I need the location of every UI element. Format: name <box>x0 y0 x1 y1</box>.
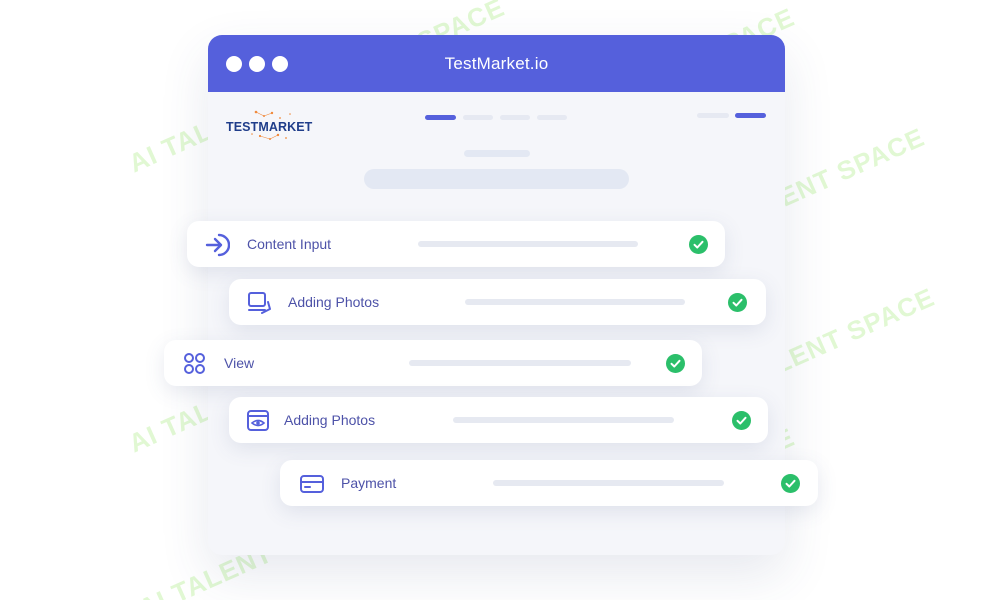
step-label: Content Input <box>247 236 332 252</box>
step-card-view[interactable]: View <box>164 340 702 386</box>
step-label: Payment <box>341 475 397 491</box>
step-progress-track <box>418 241 638 247</box>
header-right-bar[interactable] <box>697 113 729 118</box>
step-card-content-input[interactable]: Content Input <box>187 221 725 267</box>
credit-card-icon <box>300 475 324 493</box>
check-icon <box>666 354 685 373</box>
step-progress-track <box>493 480 724 486</box>
skeleton-block <box>364 169 629 189</box>
logo-text: TESTMARKET <box>226 120 313 134</box>
stage: AI TALENT SPACE AI TALENT SPACE AI TALEN… <box>0 0 1000 600</box>
nav-bar[interactable] <box>463 115 493 120</box>
check-icon <box>689 235 708 254</box>
step-progress-track <box>453 417 674 423</box>
header-right-bar-active[interactable] <box>735 113 766 118</box>
step-progress-track <box>409 360 631 366</box>
grid-icon <box>184 353 205 374</box>
eye-window-icon <box>247 410 269 431</box>
step-card-adding-photos-2[interactable]: Adding Photos <box>229 397 768 443</box>
check-icon <box>781 474 800 493</box>
check-icon <box>728 293 747 312</box>
step-label: Adding Photos <box>284 412 376 428</box>
arrow-enter-icon <box>205 233 230 257</box>
window-title: TestMarket.io <box>444 54 549 73</box>
step-card-payment[interactable]: Payment <box>280 460 818 506</box>
step-label: View <box>224 355 255 371</box>
nav-bar-active[interactable] <box>425 115 456 120</box>
nav-bar[interactable] <box>537 115 567 120</box>
check-icon <box>732 411 751 430</box>
step-card-adding-photos[interactable]: Adding Photos <box>229 279 766 325</box>
title-bar: TestMarket.io <box>208 35 785 92</box>
skeleton-line <box>464 150 530 157</box>
nav-bar[interactable] <box>500 115 530 120</box>
step-progress-track <box>465 299 685 305</box>
photos-stack-icon <box>248 292 271 314</box>
step-label: Adding Photos <box>288 294 380 310</box>
testmarket-logo[interactable]: TESTMARKET <box>226 108 346 142</box>
